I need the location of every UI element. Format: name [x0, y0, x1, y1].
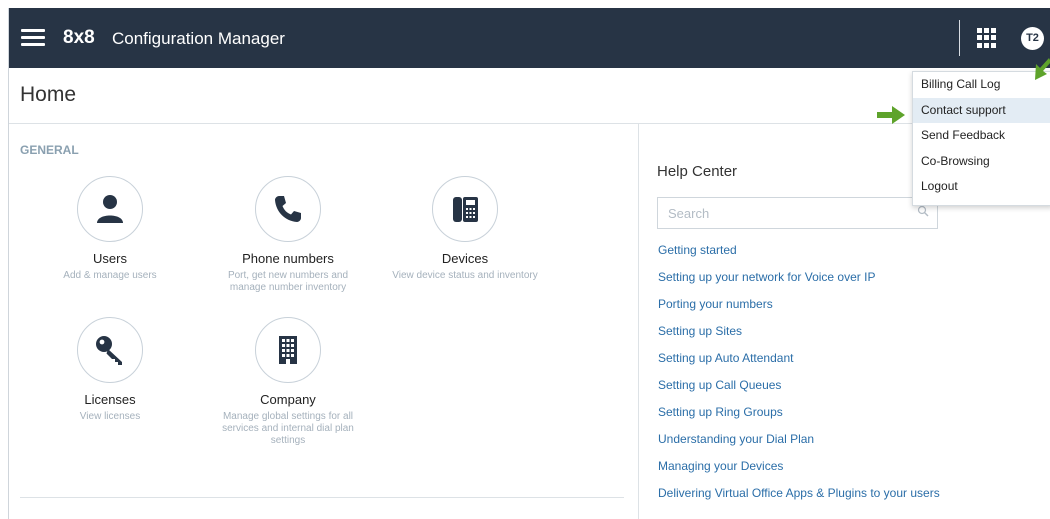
help-link-porting-numbers[interactable]: Porting your numbers	[658, 296, 940, 323]
tile-name: Devices	[441, 251, 489, 266]
help-center-title: Help Center	[657, 163, 738, 180]
tile-name: Company	[260, 392, 316, 407]
phone-icon	[275, 196, 301, 222]
tile-company[interactable]: Company Manage global settings for all s…	[208, 317, 368, 447]
top-navigation-bar: 8x8 Configuration Manager T2	[9, 8, 1050, 68]
help-link-sites[interactable]: Setting up Sites	[658, 323, 940, 350]
tile-devices[interactable]: Devices View device status and inventory	[385, 176, 545, 282]
help-link-network-voip[interactable]: Setting up your network for Voice over I…	[658, 269, 940, 296]
tile-description: View licenses	[79, 411, 141, 422]
tile-licenses[interactable]: Licenses View licenses	[30, 317, 190, 423]
help-link-virtual-office-apps[interactable]: Delivering Virtual Office Apps & Plugins…	[658, 485, 940, 512]
tile-phone-numbers[interactable]: Phone numbers Port, get new numbers and …	[208, 176, 368, 294]
user-avatar[interactable]: T2	[1021, 27, 1044, 50]
topbar-divider	[959, 20, 960, 56]
app-window: 8x8 Configuration Manager T2 Home GENERA…	[8, 8, 1050, 519]
help-link-dial-plan[interactable]: Understanding your Dial Plan	[658, 431, 940, 458]
help-link-call-queues[interactable]: Setting up Call Queues	[658, 377, 940, 404]
tile-name: Licenses	[84, 392, 136, 407]
tile-name: Users	[93, 251, 127, 266]
help-links-list: Getting started Setting up your network …	[658, 242, 940, 512]
annotation-arrow-icon	[877, 106, 905, 124]
tile-circle	[77, 176, 143, 242]
menu-item-contact-support[interactable]: Contact support	[913, 97, 1050, 124]
tile-circle	[77, 317, 143, 383]
section-divider	[20, 497, 624, 498]
tile-description: Manage global settings for all services …	[222, 411, 354, 446]
tile-description: View device status and inventory	[392, 270, 538, 281]
help-search-box	[657, 197, 938, 229]
annotation-arrow-icon	[1035, 58, 1050, 80]
tile-description: Add & manage users	[63, 270, 157, 281]
menu-item-billing-call-log[interactable]: Billing Call Log	[913, 72, 1050, 98]
help-link-ring-groups[interactable]: Setting up Ring Groups	[658, 404, 940, 431]
key-icon	[96, 336, 122, 365]
search-icon[interactable]	[917, 205, 929, 217]
tile-description: Port, get new numbers and manage number …	[227, 270, 349, 293]
tile-circle	[255, 176, 321, 242]
brand-logo[interactable]: 8x8	[63, 27, 95, 49]
help-link-devices[interactable]: Managing your Devices	[658, 458, 940, 485]
menu-item-logout[interactable]: Logout	[913, 174, 1050, 200]
help-link-auto-attendant[interactable]: Setting up Auto Attendant	[658, 350, 940, 377]
user-icon	[97, 195, 123, 223]
help-search-input[interactable]	[668, 205, 908, 221]
tile-circle	[432, 176, 498, 242]
column-divider	[638, 123, 639, 519]
app-title: Configuration Manager	[112, 29, 285, 48]
help-link-getting-started[interactable]: Getting started	[658, 242, 940, 269]
section-label-general: GENERAL	[20, 143, 79, 157]
menu-item-co-browsing[interactable]: Co-Browsing	[913, 149, 1050, 175]
building-icon	[279, 336, 297, 364]
tile-circle	[255, 317, 321, 383]
user-dropdown-menu: Billing Call Log Contact support Send Fe…	[912, 71, 1050, 206]
hamburger-menu-icon[interactable]	[21, 29, 45, 47]
tile-name: Phone numbers	[242, 251, 334, 266]
tile-users[interactable]: Users Add & manage users	[30, 176, 190, 282]
app-launcher-grid-icon[interactable]	[977, 28, 997, 48]
desk-phone-icon	[453, 197, 478, 222]
page-title: Home	[20, 83, 77, 106]
menu-item-send-feedback[interactable]: Send Feedback	[913, 123, 1050, 149]
